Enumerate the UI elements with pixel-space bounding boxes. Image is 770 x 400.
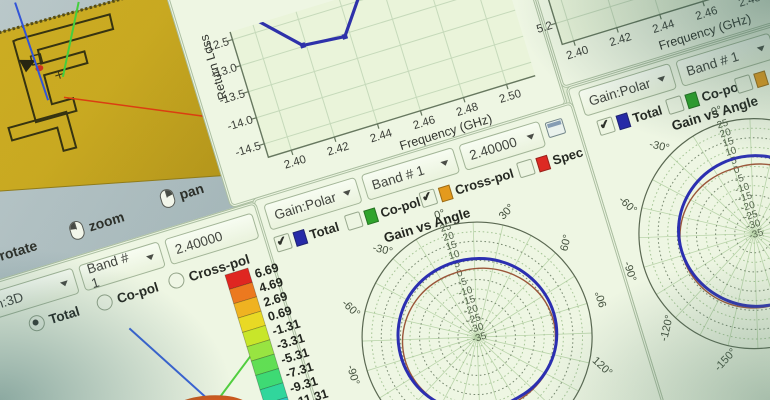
svg-text:90°: 90° bbox=[593, 289, 609, 308]
svg-text:2.40: 2.40 bbox=[283, 154, 308, 172]
svg-text:0°: 0° bbox=[710, 104, 724, 119]
svg-text:-60°: -60° bbox=[616, 194, 639, 217]
z-axis bbox=[128, 327, 213, 400]
svg-text:-14.0: -14.0 bbox=[226, 114, 255, 133]
workspace: rotate zoom pan 2.40 2.42 2.44 2.46 2.48 2.50… bbox=[0, 0, 770, 400]
svg-text:2.42: 2.42 bbox=[326, 140, 351, 158]
svg-text:120°: 120° bbox=[590, 355, 615, 379]
svg-text:2.42: 2.42 bbox=[608, 31, 633, 49]
chevron-down-icon bbox=[59, 280, 70, 288]
svg-text:2.46: 2.46 bbox=[694, 5, 719, 23]
chevron-down-icon bbox=[146, 253, 156, 262]
svg-text:-14.5: -14.5 bbox=[234, 140, 263, 159]
gain-pattern-blob bbox=[168, 395, 253, 400]
svg-text:2.44: 2.44 bbox=[369, 127, 394, 145]
svg-text:-30°: -30° bbox=[648, 138, 670, 154]
svg-text:0°: 0° bbox=[433, 207, 447, 222]
svg-text:-150°: -150° bbox=[712, 346, 739, 374]
svg-text:60°: 60° bbox=[558, 233, 573, 252]
svg-text:-60°: -60° bbox=[339, 297, 362, 320]
svg-text:-30°: -30° bbox=[371, 242, 393, 258]
svg-text:-120°: -120° bbox=[658, 314, 676, 342]
app-window: rotate zoom pan 2.40 2.42 2.44 2.46 2.48 2.50… bbox=[0, 0, 770, 400]
svg-text:30°: 30° bbox=[497, 202, 517, 222]
svg-text:2.50: 2.50 bbox=[498, 88, 523, 106]
svg-text:2.48: 2.48 bbox=[737, 0, 762, 10]
svg-text:2.44: 2.44 bbox=[651, 18, 676, 36]
svg-text:2.40: 2.40 bbox=[565, 44, 590, 62]
